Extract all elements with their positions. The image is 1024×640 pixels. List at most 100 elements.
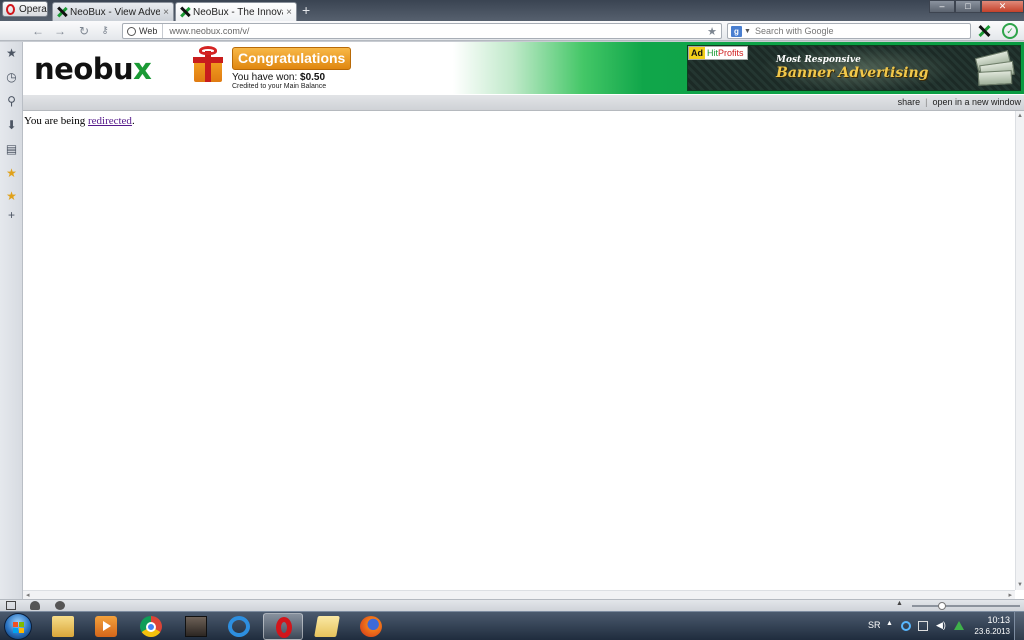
search-field[interactable]: g ▼ Search with Google [727,23,971,39]
favorite-star-icon[interactable]: ★ [4,166,19,181]
redirect-message: You are being redirected. [24,115,135,127]
neobux-header: neobux Congratulations You have won: $0.… [23,42,1024,94]
tab-close-icon[interactable]: × [286,7,292,18]
tab-title: NeoBux - View Advertis... [70,6,160,18]
bookmark-star-icon[interactable]: ★ [707,25,721,38]
redirect-suffix: . [131,115,135,127]
opera-menu-button[interactable]: Opera [2,1,48,17]
windows-logo-icon [13,622,24,633]
clock-time[interactable]: 10:13 [987,615,1010,625]
scroll-left-icon[interactable]: ◂ [26,591,30,599]
start-button[interactable] [4,613,32,640]
downloads-icon[interactable]: ⬇ [4,118,19,133]
maximize-button[interactable]: □ [955,0,981,13]
back-arrow-icon[interactable]: ← [30,23,46,39]
scroll-down-icon[interactable]: ▼ [1017,582,1023,588]
tab-view-advertisements[interactable]: NeoBux - View Advertis... × [52,2,174,21]
windows-taskbar: SR ▲ ◀) 10:13 23.6.2013 [0,611,1024,640]
bookmarks-star-icon[interactable]: ★ [4,46,19,61]
opera-icon[interactable] [263,613,303,640]
share-separator: | [925,97,928,107]
system-tray: SR ▲ ◀) 10:13 23.6.2013 [854,612,1024,640]
scroll-up-icon[interactable]: ▲ [1017,113,1023,119]
won-amount: $0.50 [300,72,326,83]
minimize-button[interactable]: – [929,0,955,13]
chrome-icon[interactable] [131,613,171,640]
side-panel: ★ ◷ ⚲ ⬇ ▤ ★ ★ + [0,42,23,599]
ad-badge: Ad [689,47,705,59]
opera-logo-icon [6,3,15,15]
clock-date[interactable]: 23.6.2013 [974,627,1010,636]
cloud-unite-icon[interactable] [30,601,40,610]
network-tray-icon[interactable] [918,621,928,631]
site-info-button[interactable]: Web [123,24,164,38]
tab-neobux-innovative[interactable]: NeoBux - The Innovati... × [175,2,297,21]
ad-banner[interactable]: Ad Hit Profits Most Responsive Banner Adv… [687,45,1021,91]
ad-brand-profits: Profits [718,48,744,58]
ad-small-line: Most Responsive [776,55,861,65]
open-new-window-link[interactable]: open in a new window [932,97,1021,107]
show-desktop-button[interactable] [1014,612,1024,640]
won-prefix: You have won: [232,72,301,83]
tray-overflow-icon[interactable]: ▲ [886,620,896,630]
language-indicator[interactable]: SR [868,620,881,630]
zoom-slider-handle[interactable] [938,602,946,610]
media-player-icon[interactable] [86,613,126,640]
forward-arrow-icon[interactable]: → [52,23,68,39]
scroll-right-icon[interactable]: ▸ [1008,591,1012,599]
redirect-prefix: You are being [24,115,88,127]
close-window-button[interactable]: ✕ [981,0,1024,13]
speed-dial-icon[interactable] [55,601,65,610]
history-clock-icon[interactable]: ◷ [4,70,19,85]
google-search-engine-icon[interactable]: g [731,25,742,37]
window-controls: – □ ✕ [929,0,1024,13]
redirected-link[interactable]: redirected [88,115,132,127]
globe-icon [127,26,136,36]
address-field[interactable]: Web www.neobux.com/v/ ★ [122,23,722,39]
status-bar: ▲ [0,599,1024,611]
url-text[interactable]: www.neobux.com/v/ [163,26,707,36]
gift-box-icon [193,46,223,82]
opera-menu-label: Opera [19,3,47,15]
neobux-favicon-icon [180,7,190,17]
notes-icon[interactable]: ▤ [4,142,19,157]
game-app-icon[interactable] [176,613,216,640]
horizontal-scrollbar[interactable]: ◂ ▸ [23,590,1015,599]
volume-icon[interactable]: ◀) [936,620,946,630]
ad-big-line: Banner Advertising [776,65,929,81]
cash-stack-icon [974,50,1016,86]
ad-tag: Ad Hit Profits [688,46,748,60]
logo-text-x: x [133,52,152,86]
panel-toggle-icon[interactable] [6,601,16,610]
tab-bar: Opera NeoBux - View Advertis... × NeoBux… [0,0,1024,21]
zoom-menu-icon[interactable]: ▲ [896,600,903,607]
reload-icon[interactable]: ↻ [76,23,92,39]
key-wand-icon[interactable]: ⚷ [97,23,113,39]
favorite-star-icon[interactable]: ★ [4,189,19,204]
sync-tray-icon[interactable] [901,621,911,631]
check-extension-icon[interactable]: ✓ [1002,23,1018,39]
drive-tray-icon[interactable] [954,621,964,630]
search-input[interactable]: Search with Google [755,26,834,36]
add-panel-icon[interactable]: + [4,208,19,223]
neobux-extension-icon[interactable] [977,23,993,39]
web-page: neobux Congratulations You have won: $0.… [23,42,1024,599]
tab-title: NeoBux - The Innovati... [193,6,283,18]
new-tab-button[interactable]: + [302,3,310,17]
internet-explorer-icon[interactable] [219,613,259,640]
site-info-label: Web [139,26,158,36]
search-engine-dropdown-icon[interactable]: ▼ [744,28,751,35]
neobux-logo[interactable]: neobux [34,52,152,86]
windows-explorer-icon[interactable] [43,613,83,640]
folder-icon[interactable] [307,613,347,640]
tab-close-icon[interactable]: × [163,7,169,18]
share-bar: share | open in a new window [23,95,1024,111]
ad-brand-hit: Hit [707,48,718,58]
search-icon[interactable]: ⚲ [4,94,19,109]
share-link[interactable]: share [898,97,921,107]
zoom-slider[interactable] [912,605,1020,607]
firefox-icon[interactable] [351,613,391,640]
congratulations-badge: Congratulations [232,47,352,70]
credited-note: Credited to your Main Balance [232,83,327,90]
vertical-scrollbar[interactable]: ▲ ▼ [1015,111,1024,590]
